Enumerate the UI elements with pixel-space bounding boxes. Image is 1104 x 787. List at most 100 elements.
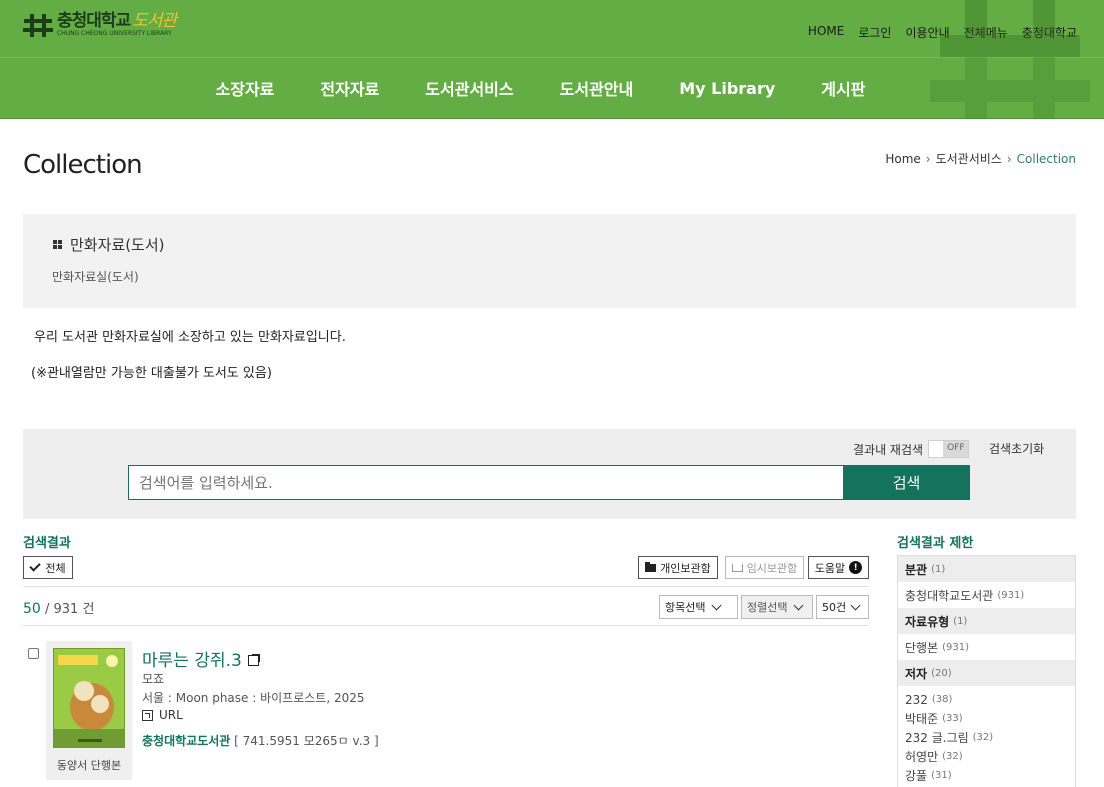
top-header: 충청대학교 도서관 CHUNG CHEONG UNIVERSITY LIBRARY…: [0, 0, 1104, 57]
check-icon: [29, 560, 42, 572]
library-logo[interactable]: 충청대학교 도서관 CHUNG CHEONG UNIVERSITY LIBRARY: [23, 11, 177, 38]
facet-value[interactable]: 강풀 (31): [905, 766, 1075, 785]
util-link-all-menu[interactable]: 전체메뉴: [964, 24, 1008, 41]
item-location: 충청대학교도서관 [ 741.5951 모265ㅁ v.3 ]: [142, 732, 379, 749]
sort-select-dropdown[interactable]: 정렬선택: [741, 595, 813, 619]
facet-group-count: (20): [931, 667, 952, 679]
collection-title-text: 만화자료(도서): [70, 236, 165, 254]
result-count-total: 931 건: [53, 602, 95, 617]
re-search-toggle[interactable]: OFF: [928, 440, 970, 458]
search-button[interactable]: 검색: [843, 465, 970, 500]
toggle-state-label: OFF: [947, 443, 965, 453]
book-cover-image[interactable]: [53, 648, 125, 748]
page-title: Collection: [23, 150, 143, 180]
breadcrumb-chevron-icon: ›: [1006, 151, 1012, 166]
help-button[interactable]: 도움말 !: [808, 556, 869, 579]
collection-info-box: 만화자료(도서) 만화자료실(도서): [23, 214, 1076, 308]
logo-university-name: 충청대학교: [57, 11, 131, 31]
results-divider: [23, 625, 869, 626]
util-link-home[interactable]: HOME: [808, 24, 844, 41]
personal-folder-label: 개인보관함: [660, 561, 711, 575]
link-out-icon: [142, 709, 153, 721]
gnb-collection[interactable]: 소장자료: [216, 76, 275, 100]
collection-title: 만화자료(도서): [53, 234, 165, 255]
facet-value[interactable]: 232 (38): [905, 690, 1075, 709]
re-search-label: 결과내 재검색: [853, 442, 924, 457]
logo-english-name: CHUNG CHEONG UNIVERSITY LIBRARY: [57, 30, 172, 37]
item-library[interactable]: 충청대학교도서관: [142, 734, 230, 748]
breadcrumb-library-services[interactable]: 도서관서비스: [936, 150, 1002, 167]
facet-value[interactable]: 박태준 (33): [905, 709, 1075, 728]
collection-note: (※관내열람만 가능한 대출불가 도서도 있음): [31, 366, 272, 381]
facet-panel: 분관 (1) 충청대학교도서관 (931) 자료유형 (1) 단행본 (931)…: [897, 555, 1076, 787]
breadcrumb-chevron-icon: ›: [925, 151, 931, 166]
grid-icon: [53, 240, 62, 249]
breadcrumb-home[interactable]: Home: [885, 152, 920, 166]
chevron-down-icon: [850, 600, 861, 610]
result-item-checkbox[interactable]: [28, 648, 39, 659]
facet-value-count: (38): [931, 694, 953, 705]
facet-value-count: (931): [997, 589, 1025, 601]
facet-title: 검색결과 제한: [897, 536, 974, 551]
facet-value-label: 232 글.그림: [905, 731, 969, 745]
select-all-button[interactable]: 전체: [23, 556, 73, 579]
search-input[interactable]: [128, 465, 844, 500]
util-link-guide[interactable]: 이용안내: [905, 24, 949, 41]
gnb-library-info[interactable]: 도서관안내: [560, 76, 634, 100]
facet-group-author[interactable]: 저자 (20): [898, 660, 1075, 686]
results-divider: [23, 586, 869, 587]
facet-value[interactable]: 232 글.그림 (32): [905, 728, 1075, 747]
per-page-select-dropdown[interactable]: 50건: [816, 595, 869, 619]
field-select-dropdown[interactable]: 항목선택: [659, 595, 738, 619]
item-call-number: [ 741.5951 모265ㅁ v.3 ]: [234, 734, 379, 748]
facet-value-count: (32): [942, 751, 963, 762]
search-reset-link[interactable]: 검색초기화: [989, 440, 1044, 457]
util-link-university[interactable]: 충청대학교: [1022, 24, 1077, 41]
temp-folder-label: 임시보관함: [746, 561, 798, 575]
item-title-text[interactable]: 마루는 강쥐.3: [142, 646, 242, 671]
gnb-library-services[interactable]: 도서관서비스: [425, 76, 513, 100]
gnb-e-resources[interactable]: 전자자료: [320, 76, 379, 100]
select-all-label: 전체: [45, 561, 66, 575]
gnb-my-library[interactable]: My Library: [679, 79, 775, 98]
result-count: 50 / 931 건: [23, 598, 94, 617]
facet-value[interactable]: 단행본 (931): [898, 634, 1075, 660]
personal-folder-button[interactable]: 개인보관함: [638, 556, 718, 579]
facet-value-count: (32): [972, 732, 994, 743]
folder-icon: [645, 561, 657, 572]
util-link-login[interactable]: 로그인: [858, 24, 891, 41]
facet-value[interactable]: 충청대학교도서관 (931): [898, 582, 1075, 608]
exclamation-icon: !: [849, 561, 863, 574]
facet-group-count: (1): [931, 563, 946, 575]
facet-value[interactable]: 허영만 (32): [905, 747, 1075, 766]
facet-group-name: 자료유형: [905, 614, 950, 629]
search-area: 결과내 재검색 OFF 검색초기화 검색: [23, 429, 1076, 519]
result-count-shown: 50: [23, 601, 41, 617]
item-author: 모죠: [142, 672, 165, 686]
item-url-label: URL: [159, 708, 183, 722]
external-link-icon[interactable]: [247, 654, 260, 666]
facet-value-label: 강풀: [905, 769, 928, 783]
facet-group-name: 저자: [905, 666, 928, 681]
utility-links: HOME 로그인 이용안내 전체메뉴 충청대학교: [794, 24, 1077, 41]
temp-folder-button[interactable]: 임시보관함: [725, 556, 804, 579]
re-search-option: 결과내 재검색 OFF: [853, 440, 970, 458]
item-url-link[interactable]: URL: [142, 708, 183, 722]
facet-value-count: (31): [931, 770, 952, 781]
facet-value-label: 허영만: [905, 750, 939, 764]
item-type: 동양서 단행본: [56, 759, 122, 772]
toggle-knob: [929, 441, 944, 457]
logo-library-name: 도서관: [132, 11, 177, 31]
facet-group-branch[interactable]: 분관 (1): [898, 556, 1075, 582]
book-cover-frame[interactable]: 동양서 단행본: [46, 641, 132, 780]
facet-value-label: 단행본: [905, 640, 939, 655]
facet-group-material-type[interactable]: 자료유형 (1): [898, 608, 1075, 634]
facet-value-label: 박태준: [905, 712, 939, 726]
book-cover-illustration-icon: [54, 649, 124, 747]
chevron-down-icon: [712, 600, 722, 610]
inbox-tray-icon: [731, 563, 743, 572]
gnb-board[interactable]: 게시판: [821, 76, 865, 100]
facet-value-label: 충청대학교도서관: [905, 588, 994, 603]
item-title[interactable]: 마루는 강쥐.3: [142, 646, 260, 671]
facet-group-count: (1): [953, 615, 968, 627]
